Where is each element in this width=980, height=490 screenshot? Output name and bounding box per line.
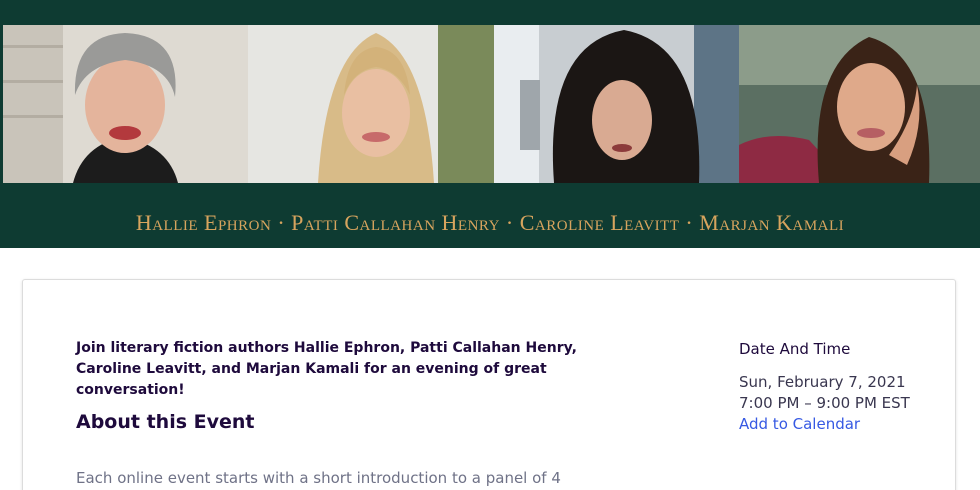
event-details-card: Join literary fiction authors Hallie Eph… [22,279,956,490]
date-time-heading: Date And Time [739,340,851,358]
author-photo-marjan-kamali [739,25,980,183]
event-banner: Hallie Ephron · Patti Callahan Henry · C… [0,0,980,248]
about-heading: About this Event [76,411,255,433]
about-description: Each online event starts with a short in… [76,469,561,487]
author-photo-hallie-ephron [3,25,248,183]
event-date: Sun, February 7, 2021 [739,373,906,391]
event-time: 7:00 PM – 9:00 PM EST [739,394,910,412]
author-photo-caroline-leavitt [494,25,739,183]
author-names: Hallie Ephron · Patti Callahan Henry · C… [135,210,845,235]
add-to-calendar-link[interactable]: Add to Calendar [739,415,860,433]
author-photo-patti-callahan-henry [248,25,494,183]
event-summary: Join literary fiction authors Hallie Eph… [76,340,577,398]
